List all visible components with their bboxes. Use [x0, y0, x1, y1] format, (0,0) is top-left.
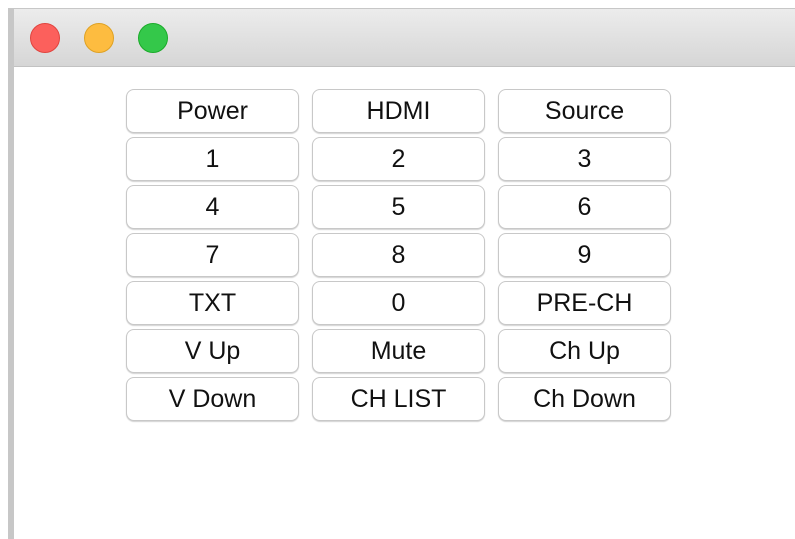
digit-5-button[interactable]: 5	[312, 185, 485, 229]
volume-up-button[interactable]: V Up	[126, 329, 299, 373]
minimize-window-button[interactable]	[84, 23, 114, 53]
channel-down-button[interactable]: Ch Down	[498, 377, 671, 421]
digit-7-button[interactable]: 7	[126, 233, 299, 277]
digit-3-button[interactable]: 3	[498, 137, 671, 181]
digit-2-button[interactable]: 2	[312, 137, 485, 181]
digit-0-button[interactable]: 0	[312, 281, 485, 325]
channel-up-button[interactable]: Ch Up	[498, 329, 671, 373]
digit-4-button[interactable]: 4	[126, 185, 299, 229]
txt-button[interactable]: TXT	[126, 281, 299, 325]
power-button[interactable]: Power	[126, 89, 299, 133]
channel-list-button[interactable]: CH LIST	[312, 377, 485, 421]
source-button[interactable]: Source	[498, 89, 671, 133]
digit-6-button[interactable]: 6	[498, 185, 671, 229]
app-window: Power HDMI Source 1 2 3 4 5 6 7 8 9 TXT …	[8, 8, 795, 539]
pre-ch-button[interactable]: PRE-CH	[498, 281, 671, 325]
digit-8-button[interactable]: 8	[312, 233, 485, 277]
digit-9-button[interactable]: 9	[498, 233, 671, 277]
hdmi-button[interactable]: HDMI	[312, 89, 485, 133]
mute-button[interactable]: Mute	[312, 329, 485, 373]
digit-1-button[interactable]: 1	[126, 137, 299, 181]
remote-keypad: Power HDMI Source 1 2 3 4 5 6 7 8 9 TXT …	[126, 89, 671, 421]
title-bar[interactable]	[14, 9, 795, 67]
close-window-button[interactable]	[30, 23, 60, 53]
zoom-window-button[interactable]	[138, 23, 168, 53]
volume-down-button[interactable]: V Down	[126, 377, 299, 421]
